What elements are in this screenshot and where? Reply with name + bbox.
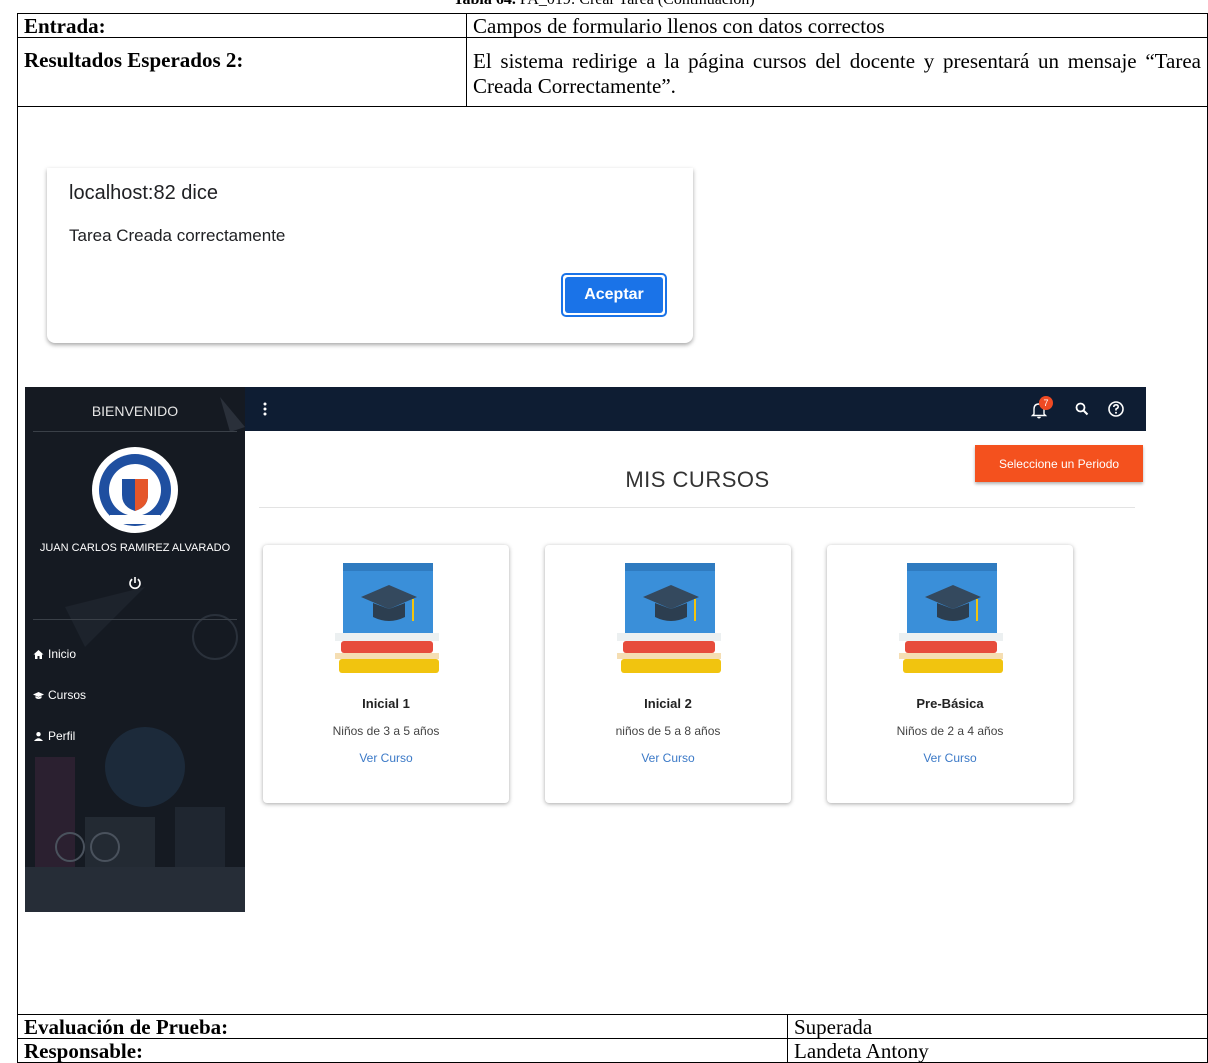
course-description: Niños de 2 a 4 años <box>896 724 1004 738</box>
sidebar-item-perfil[interactable]: Perfil <box>33 729 75 743</box>
course-card: Inicial 1 Niños de 3 a 5 años Ver Curso <box>263 545 509 803</box>
entrada-value: Campos de formulario llenos con datos co… <box>466 13 1208 38</box>
resultados-value: El sistema redirige a la página cursos d… <box>466 37 1208 107</box>
accept-button-label: Aceptar <box>565 277 663 313</box>
sidebar: BIENVENIDO JUAN CARLOS RAMIREZ ALVARADO … <box>25 387 245 912</box>
user-name: JUAN CARLOS RAMIREZ ALVARADO <box>39 542 231 554</box>
sidebar-divider-2 <box>33 619 237 620</box>
home-icon <box>33 649 44 659</box>
course-card: Pre-Básica Niños de 2 a 4 años Ver Curso <box>827 545 1073 803</box>
responsable-value: Landeta Antony <box>787 1038 1208 1063</box>
menu-kebab-icon[interactable] <box>263 402 267 416</box>
course-name: Inicial 1 <box>362 696 410 711</box>
dialog-title: localhost:82 dice <box>69 182 218 204</box>
accept-button[interactable]: Aceptar <box>561 273 667 317</box>
table-caption: Tabla 64. PA_019: Crear Tarea (Continuac… <box>0 0 1208 8</box>
view-course-link[interactable]: Ver Curso <box>545 751 791 765</box>
page-title: MIS CURSOS <box>625 467 770 492</box>
sidebar-item-label: Inicio <box>48 647 77 661</box>
view-course-link[interactable]: Ver Curso <box>827 751 1073 765</box>
course-description: niños de 5 a 8 años <box>615 724 721 738</box>
app-screenshot: BIENVENIDO JUAN CARLOS RAMIREZ ALVARADO … <box>25 387 1146 912</box>
evaluacion-label: Evaluación de Prueba: <box>17 1014 788 1039</box>
course-illustration <box>899 563 1003 673</box>
dialog-message: Tarea Creada correctamente <box>69 226 286 245</box>
resultados-label: Resultados Esperados 2: <box>17 37 467 107</box>
sidebar-item-label: Perfil <box>48 729 76 743</box>
title-divider <box>259 507 1135 508</box>
caption-text: PA_019: Crear Tarea (Continuación) <box>516 0 755 8</box>
view-course-link[interactable]: Ver Curso <box>263 751 509 765</box>
notification-badge: 7 <box>1039 396 1053 410</box>
top-navbar: 7 <box>245 387 1146 431</box>
help-icon[interactable] <box>1107 400 1125 418</box>
sidebar-item-label: Cursos <box>48 688 87 702</box>
sidebar-item-inicio[interactable]: Inicio <box>33 647 76 661</box>
caption-label: Tabla 64. <box>453 0 516 8</box>
sidebar-item-cursos[interactable]: Cursos <box>33 688 86 702</box>
course-illustration <box>335 563 439 673</box>
power-icon[interactable] <box>128 576 142 590</box>
course-name: Pre-Básica <box>916 696 984 711</box>
course-description: Niños de 3 a 5 años <box>332 724 440 738</box>
sidebar-title: BIENVENIDO <box>91 403 179 419</box>
evaluacion-value: Superada <box>787 1014 1208 1039</box>
course-name: Inicial 2 <box>644 696 692 711</box>
search-icon[interactable] <box>1074 401 1090 417</box>
school-logo-avatar <box>92 447 178 533</box>
graduation-cap-icon <box>33 691 44 699</box>
responsable-label: Responsable: <box>17 1038 788 1063</box>
alert-dialog: localhost:82 dice Tarea Creada correctam… <box>47 168 693 343</box>
course-card: Inicial 2 niños de 5 a 8 años Ver Curso <box>545 545 791 803</box>
user-icon <box>34 731 43 741</box>
course-illustration <box>617 563 721 673</box>
sidebar-divider <box>33 431 237 432</box>
entrada-label: Entrada: <box>17 13 467 38</box>
